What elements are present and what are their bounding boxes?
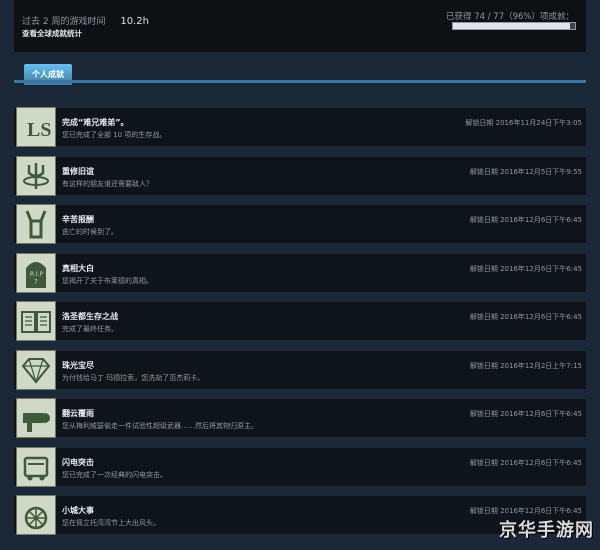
achievement-row[interactable]: 重修旧谊有这样的朋友谁还需要敌人？ 解锁日期 2016年12月5日下午9:55 (14, 155, 586, 196)
achievement-title: 小城大事 (62, 506, 94, 515)
tombstone-icon: R.I.P? (16, 252, 56, 293)
achievement-row[interactable]: 辛苦报酬逃亡的时候到了。 解锁日期 2016年12月6日下午6:45 (14, 204, 586, 244)
achievement-unlock-date: 解锁日期 2016年12月2日上午7:15 (469, 361, 582, 370)
achievement-title: 真相大白 (62, 263, 94, 273)
svg-text:R.I.P: R.I.P (30, 271, 44, 278)
achievement-unlock-date: 解锁日期 2016年12月6日下午6:45 (469, 264, 582, 273)
achievement-title: 翻云覆雨 (62, 409, 94, 418)
achievement-unlock-date: 解锁日期 2016年12月6日下午6:45 (469, 313, 582, 321)
achievement-progress-bar (452, 22, 576, 30)
truck-icon (16, 446, 56, 487)
ls-emblem-icon: LS (16, 107, 56, 147)
book-icon (16, 301, 56, 341)
achievement-description: 您揭开了关于布莱德的真相。 (62, 276, 153, 285)
achievement-row[interactable]: R.I.P? 真相大白您揭开了关于布莱德的真相。 解锁日期 2016年12月6日下午… (14, 252, 586, 293)
achievement-title: 珠光宝尽 (62, 360, 94, 370)
hands-up-icon (16, 204, 56, 244)
achievement-description: 您在佩立托湾湾节上大出风头。 (62, 519, 160, 527)
global-stats-link[interactable]: 查看全球成就统计 (22, 28, 82, 39)
achievement-description: 完成了最终任务。 (62, 325, 118, 333)
achievement-progress-text: 已获得 74 / 77（96%）项成就： (446, 12, 574, 22)
achievement-title: 闪电突击 (62, 457, 94, 467)
tab-underline (14, 80, 586, 83)
achievement-unlock-date: 解锁日期 2016年11月24日下午3:05 (465, 119, 582, 127)
achievement-row[interactable]: LS 完成“难兄难弟”。您已完成了全部 10 项的生存战。 解锁日期 2016年11… (14, 107, 586, 147)
achievement-unlock-date: 解锁日期 2016年12月6日下午6:45 (469, 507, 582, 515)
achievement-row[interactable]: 洛圣都生存之战 完成了最终任务。 解锁日期 2016年12月6日下午6:45 (14, 301, 586, 341)
achievement-description: 您已完成了全部 10 项的生存战。 (62, 131, 167, 139)
achievement-description: 有这样的朋友谁还需要敌人？ (62, 179, 153, 188)
weapon-icon (16, 398, 56, 438)
achievement-row[interactable]: 闪电突击您已完成了一次经典的闪电突击。 解锁日期 2016年12月6日下午6:45 (14, 446, 586, 487)
watermark: 京华手游网 (499, 520, 594, 541)
playtime-row: 过去 2 周的游戏时间 10.2h (22, 14, 149, 27)
achievement-title: 重修旧谊 (62, 166, 94, 176)
achievement-description: 逃亡的时候到了。 (62, 228, 118, 236)
achievement-unlock-date: 解锁日期 2016年12月5日下午9:55 (469, 167, 582, 176)
achievement-title: 洛圣都生存之战 (62, 312, 118, 321)
achievement-unlock-date: 解锁日期 2016年12月6日下午6:45 (469, 410, 582, 418)
playtime-label: 过去 2 周的游戏时间 (22, 17, 106, 27)
achievement-list: LS 完成“难兄难弟”。您已完成了全部 10 项的生存战。 解锁日期 2016年11… (14, 107, 586, 545)
achievement-unlock-date: 解锁日期 2016年12月6日下午6:45 (469, 216, 582, 224)
game-stats-panel: 过去 2 周的游戏时间 10.2h 查看全球成就统计 已获得 74 / 77（9… (14, 0, 586, 52)
wheel-icon (16, 495, 56, 535)
achievement-description: 为付钱给马丁·玛德拉索，您洗劫了范杰莉卡。 (62, 373, 205, 382)
svg-text:LS: LS (27, 119, 51, 141)
achievement-row[interactable]: 珠光宝尽为付钱给马丁·玛德拉索，您洗劫了范杰莉卡。 解锁日期 2016年12月2日… (14, 349, 586, 390)
svg-text:?: ? (34, 278, 38, 286)
trident-icon (16, 155, 56, 196)
achievement-row[interactable]: 翻云覆雨您从梅利威瑟偷走一件试验性超级武器……然后将其物归原主。 解锁日期 201… (14, 398, 586, 438)
achievement-unlock-date: 解锁日期 2016年12月6日下午6:45 (469, 458, 582, 467)
achievement-description: 您已完成了一次经典的闪电突击。 (62, 470, 167, 479)
achievement-title: 完成“难兄难弟”。 (62, 118, 129, 127)
achievement-title: 辛苦报酬 (62, 215, 94, 224)
achievement-progress-fill (453, 23, 571, 29)
achievement-description: 您从梅利威瑟偷走一件试验性超级武器……然后将其物归原主。 (62, 422, 258, 430)
playtime-value: 10.2h (120, 16, 149, 27)
diamond-icon (16, 349, 56, 390)
